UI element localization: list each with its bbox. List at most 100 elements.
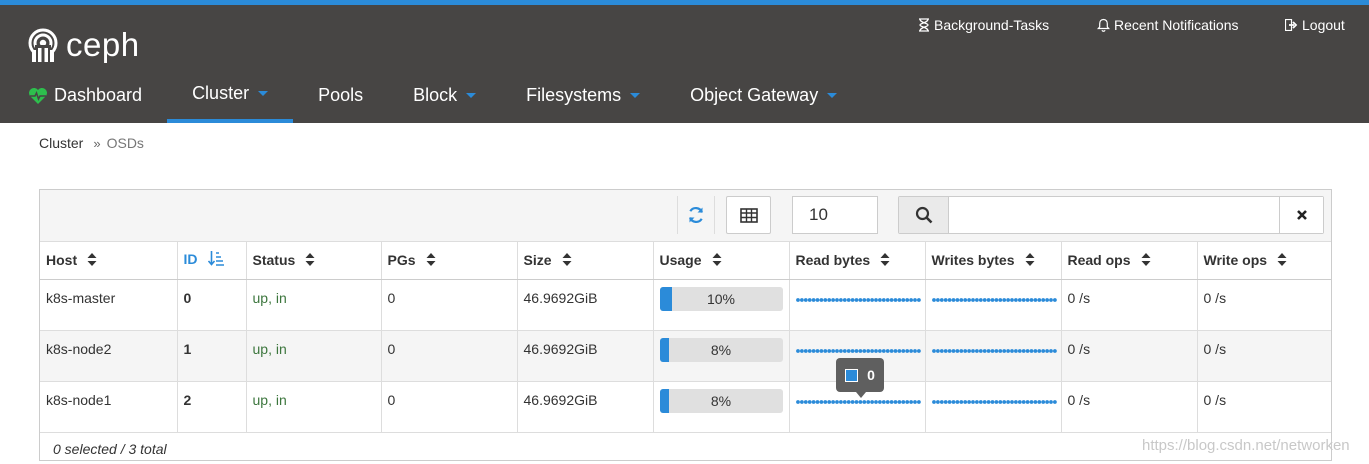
- sort-icon: [880, 252, 890, 269]
- cell-read-ops: 0 /s: [1061, 381, 1198, 433]
- column-header-pgs[interactable]: PGs: [381, 242, 518, 280]
- sparkline-point: [900, 399, 905, 404]
- sparkline-point: [986, 348, 990, 353]
- sparkline-point: [939, 399, 944, 404]
- sparkline-point: [897, 297, 901, 302]
- sparkline-point: [951, 297, 955, 302]
- sparkline-point: [966, 399, 971, 404]
- sparkline-point: [1044, 399, 1049, 404]
- sparkline-point: [1048, 297, 1053, 302]
- sparkline-point: [935, 297, 940, 302]
- column-header-size[interactable]: Size: [517, 242, 654, 280]
- sparkline-point: [997, 348, 1002, 353]
- cell-size: 46.9692GiB: [517, 381, 654, 433]
- sparkline-point: [1052, 297, 1057, 302]
- usage-bar-label: 8%: [710, 392, 732, 409]
- column-header-read-bytes[interactable]: Read bytes: [789, 242, 926, 280]
- cell-writes-bytes: [925, 330, 1062, 382]
- refresh-button[interactable]: [677, 196, 715, 234]
- cell-host: k8s-master: [40, 279, 178, 331]
- sparkline-point: [947, 297, 951, 302]
- cell-read-bytes: [789, 279, 926, 331]
- column-header-id[interactable]: ID: [177, 242, 247, 280]
- sparkline-point: [889, 297, 893, 302]
- column-header-status[interactable]: Status: [246, 242, 382, 280]
- sparkline-point: [873, 297, 878, 302]
- sparkline-point: [1009, 348, 1014, 353]
- background-tasks-link[interactable]: Background-Tasks: [918, 17, 1049, 33]
- sparkline-point: [904, 297, 909, 302]
- sort-icon: [426, 252, 436, 269]
- sparkline-point: [1036, 348, 1041, 353]
- sparkline-point: [822, 297, 827, 302]
- column-header-usage[interactable]: Usage: [653, 242, 790, 280]
- sparkline-point: [838, 399, 843, 404]
- sparkline-point: [962, 348, 967, 353]
- ceph-logo[interactable]: ceph: [26, 26, 140, 63]
- usage-bar-label: 8%: [710, 341, 732, 358]
- table-row[interactable]: k8s-node1 2 up, in 0 46.9692GiB 8% 0 /s …: [40, 381, 1331, 433]
- sparkline-point: [958, 297, 963, 302]
- search-input[interactable]: [949, 197, 1279, 233]
- clear-search-button[interactable]: [1279, 197, 1323, 233]
- table-row[interactable]: k8s-node2 1 up, in 0 46.9692GiB 8% 0 /s …: [40, 330, 1331, 382]
- tooltip-value: 0: [867, 367, 875, 383]
- double-chevron-right-icon: »: [93, 135, 101, 151]
- sparkline-point: [858, 399, 862, 404]
- notifications-link[interactable]: Recent Notifications: [1097, 17, 1239, 33]
- sparkline-point: [850, 297, 854, 302]
- logout-link[interactable]: Logout: [1285, 17, 1345, 33]
- read-bytes-sparkline[interactable]: [795, 297, 922, 303]
- series-swatch: [845, 368, 859, 382]
- breadcrumb-cluster[interactable]: Cluster: [39, 135, 83, 151]
- nav-cluster[interactable]: Cluster: [167, 68, 294, 123]
- table-toolbar: 10: [40, 190, 1331, 242]
- column-header-writes-bytes[interactable]: Writes bytes: [925, 242, 1062, 280]
- column-header-host[interactable]: Host: [40, 242, 178, 280]
- sparkline-point: [1033, 297, 1037, 302]
- sparkline-point: [807, 348, 812, 353]
- sparkline-point: [955, 399, 959, 404]
- heartbeat-icon: [29, 87, 47, 104]
- table-row[interactable]: k8s-master 0 up, in 0 46.9692GiB 10% 0 /…: [40, 279, 1331, 331]
- sparkline-point: [947, 399, 951, 404]
- sparkline-point: [873, 399, 878, 404]
- writes-bytes-sparkline[interactable]: [931, 399, 1058, 405]
- page-size-input[interactable]: 10: [792, 196, 878, 234]
- sparkline-point: [1040, 297, 1045, 302]
- sparkline-point: [994, 399, 998, 404]
- app-name: ceph: [66, 26, 140, 63]
- nav-pools[interactable]: Pools: [293, 68, 388, 123]
- sparkline-point: [881, 297, 886, 302]
- nav-dashboard[interactable]: Dashboard: [0, 68, 167, 123]
- sparkline-point: [1029, 348, 1033, 353]
- sparkline-point: [997, 297, 1002, 302]
- cell-writes-bytes: [925, 279, 1062, 331]
- sparkline-point: [834, 297, 839, 302]
- nav-filesystems[interactable]: Filesystems: [501, 68, 665, 123]
- sparkline-point: [966, 297, 971, 302]
- cell-host: k8s-node1: [40, 381, 178, 433]
- column-toggle-button[interactable]: [726, 196, 771, 234]
- sparkline-point: [951, 348, 955, 353]
- read-bytes-sparkline[interactable]: [795, 348, 922, 354]
- nav-object-gateway[interactable]: Object Gateway: [665, 68, 862, 123]
- cell-size: 46.9692GiB: [517, 279, 654, 331]
- sparkline-point: [819, 297, 823, 302]
- sparkline-point: [842, 399, 847, 404]
- sparkline-point: [1036, 399, 1041, 404]
- read-bytes-sparkline[interactable]: [795, 399, 922, 405]
- usage-bar-label: 10%: [706, 290, 736, 307]
- cell-read-ops: 0 /s: [1061, 330, 1198, 382]
- writes-bytes-sparkline[interactable]: [931, 348, 1058, 354]
- column-header-read-ops[interactable]: Read ops: [1061, 242, 1198, 280]
- writes-bytes-sparkline[interactable]: [931, 297, 1058, 303]
- column-header-write-ops[interactable]: Write ops: [1197, 242, 1331, 280]
- nav-block[interactable]: Block: [388, 68, 501, 123]
- sparkline-point: [803, 399, 808, 404]
- sparkline-point: [997, 399, 1002, 404]
- sparkline-point: [803, 348, 808, 353]
- sparkline-point: [826, 348, 831, 353]
- nav-block-label: Block: [413, 85, 458, 105]
- sparkline-point: [795, 297, 800, 302]
